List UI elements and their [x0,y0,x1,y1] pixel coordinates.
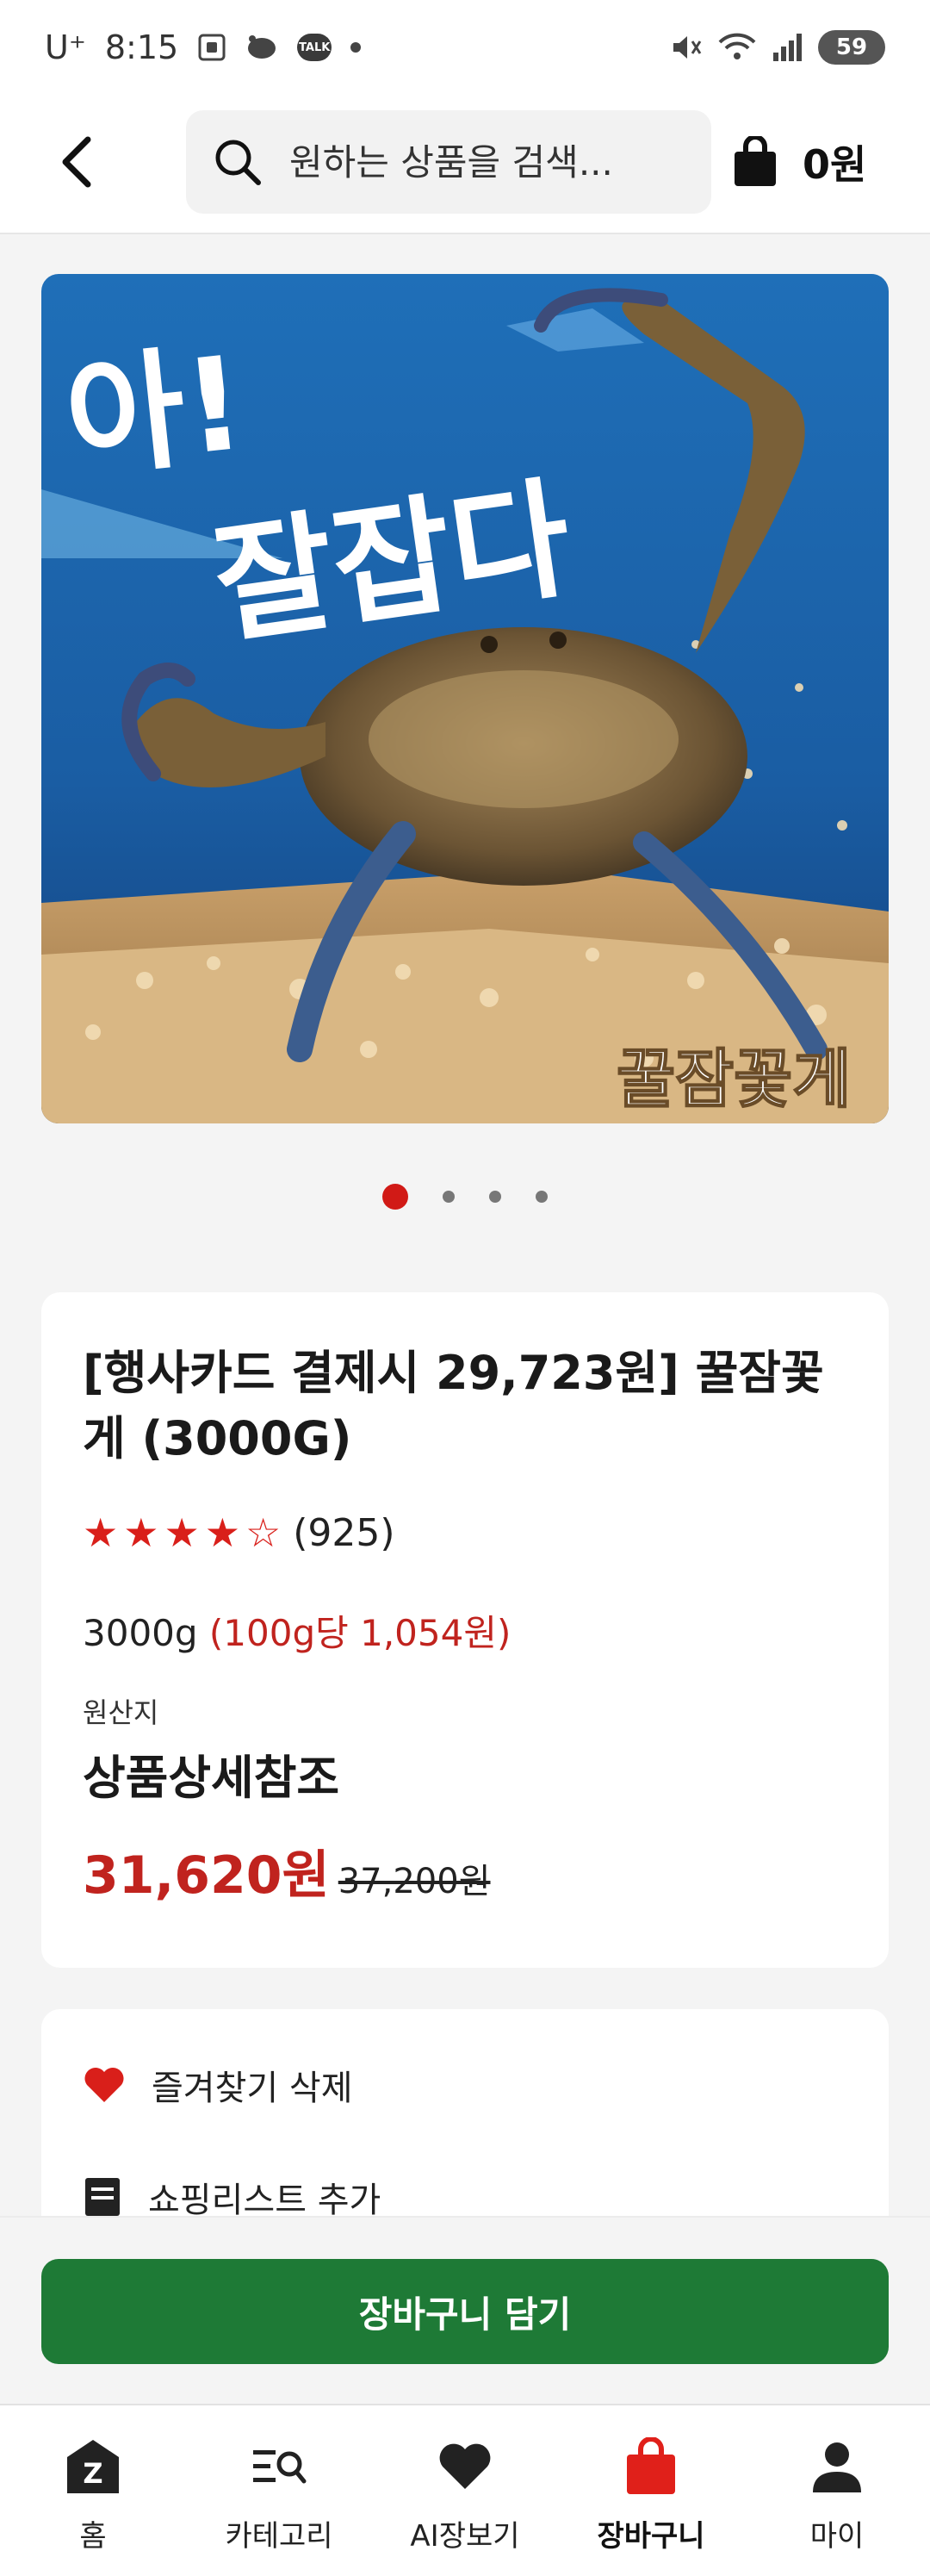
clock: 8:15 [104,28,179,66]
mute-icon [668,30,703,65]
bottom-nav: Z 홈 카테고리 AI장보기 장바구니 마이 [0,2404,930,2576]
search-box[interactable] [186,110,711,214]
cta-area: 장바구니 담기 [0,2216,930,2404]
header-cart-button[interactable]: 0원 [732,128,866,196]
shopping-list-add-label: 쇼핑리스트 추가 [148,2181,381,2216]
product-weight: 3000g [83,1612,198,1654]
origin-value: 상품상세참조 [83,1751,340,1805]
cart-total: 0원 [803,141,867,188]
nav-label-my: 마이 [809,2519,865,2554]
favorite-remove-button[interactable]: 즐겨찾기 삭제 [83,2057,847,2112]
svg-text:Z: Z [83,2457,102,2490]
status-left: U⁺ 8:15 TALK [45,28,362,66]
product-image: 아! 잘잡다 꿀잠꽃게 [41,274,889,1123]
nav-label-cart: 장바구니 [597,2519,705,2554]
nav-label-ai-shopping: AI장보기 [410,2519,520,2554]
star-filled-icon: ★ [164,1509,200,1556]
hero-brand-overlay: 꿀잠꽃게 [617,1042,851,1117]
header: 0원 [0,95,930,234]
nav-item-my[interactable]: 마이 [751,2436,923,2554]
star-filled-icon: ★ [204,1509,240,1556]
status-bar: U⁺ 8:15 TALK 59 [0,0,930,95]
category-icon [253,2450,307,2484]
list-icon [85,2178,120,2216]
nav-item-ai-shopping[interactable]: AI장보기 [379,2436,551,2554]
rating-row[interactable]: ★ ★ ★ ★ ☆ (925) [83,1509,847,1556]
screenshot-icon [197,33,226,62]
home-icon: Z [67,2440,119,2493]
carousel-dot-4[interactable] [536,1191,548,1203]
weight-row: 3000g (100g당 1,054원) [83,1604,847,1657]
product-info-card: [행사카드 결제시 29,723원] 꿀잠꽃게 (3000G) ★ ★ ★ ★ … [41,1292,889,1968]
hero-headline-1: 아! [59,329,251,497]
price-row: 31,620원 37,200원 [83,1833,847,1908]
original-price: 37,200원 [338,1862,491,1901]
star-filled-icon: ★ [123,1509,159,1556]
shopping-bag-icon [735,136,776,186]
product-title: [행사카드 결제시 29,723원] 꿀잠꽃게 (3000G) [83,1346,824,1465]
carrier-label: U⁺ [45,28,86,66]
unit-price: (100g당 1,054원) [208,1612,512,1654]
person-icon [813,2442,861,2492]
options-card: 즐겨찾기 삭제 쇼핑리스트 추가 [41,2009,889,2216]
nav-label-category: 카테고리 [225,2519,333,2554]
search-icon [215,140,261,185]
shopping-bag-icon [627,2437,675,2494]
product-image-carousel[interactable]: 아! 잘잡다 꿀잠꽃게 [41,274,889,1123]
favorite-remove-label: 즐겨찾기 삭제 [152,2069,353,2108]
nav-label-home: 홈 [79,2519,107,2554]
back-button[interactable] [41,128,110,196]
sale-price: 31,620원 [83,1845,330,1906]
chevron-left-icon [62,136,91,188]
nav-item-home[interactable]: Z 홈 [7,2436,179,2554]
status-right: 59 [668,30,885,65]
carousel-dot-3[interactable] [489,1191,501,1203]
heart-icon [84,2068,124,2102]
carousel-dots [0,1184,930,1210]
pig-icon [245,34,278,60]
wifi-icon [718,32,756,63]
heart-icon [439,2443,491,2489]
review-count[interactable]: (925) [293,1511,394,1555]
kakaotalk-icon: TALK [297,34,332,61]
star-filled-icon: ★ [83,1509,119,1556]
carousel-dot-2[interactable] [443,1191,455,1203]
carousel-dot-1[interactable] [382,1184,408,1210]
battery-indicator: 59 [818,30,885,65]
notification-dot-icon [350,42,362,53]
add-to-cart-button[interactable]: 장바구니 담기 [41,2259,889,2364]
signal-icon [772,32,803,63]
origin-label: 원산지 [83,1696,159,1729]
shopping-list-add-button[interactable]: 쇼핑리스트 추가 [83,2169,847,2216]
star-empty-icon: ☆ [245,1509,282,1556]
nav-item-cart[interactable]: 장바구니 [565,2436,737,2554]
nav-item-category[interactable]: 카테고리 [193,2436,365,2554]
search-input[interactable] [289,140,668,184]
